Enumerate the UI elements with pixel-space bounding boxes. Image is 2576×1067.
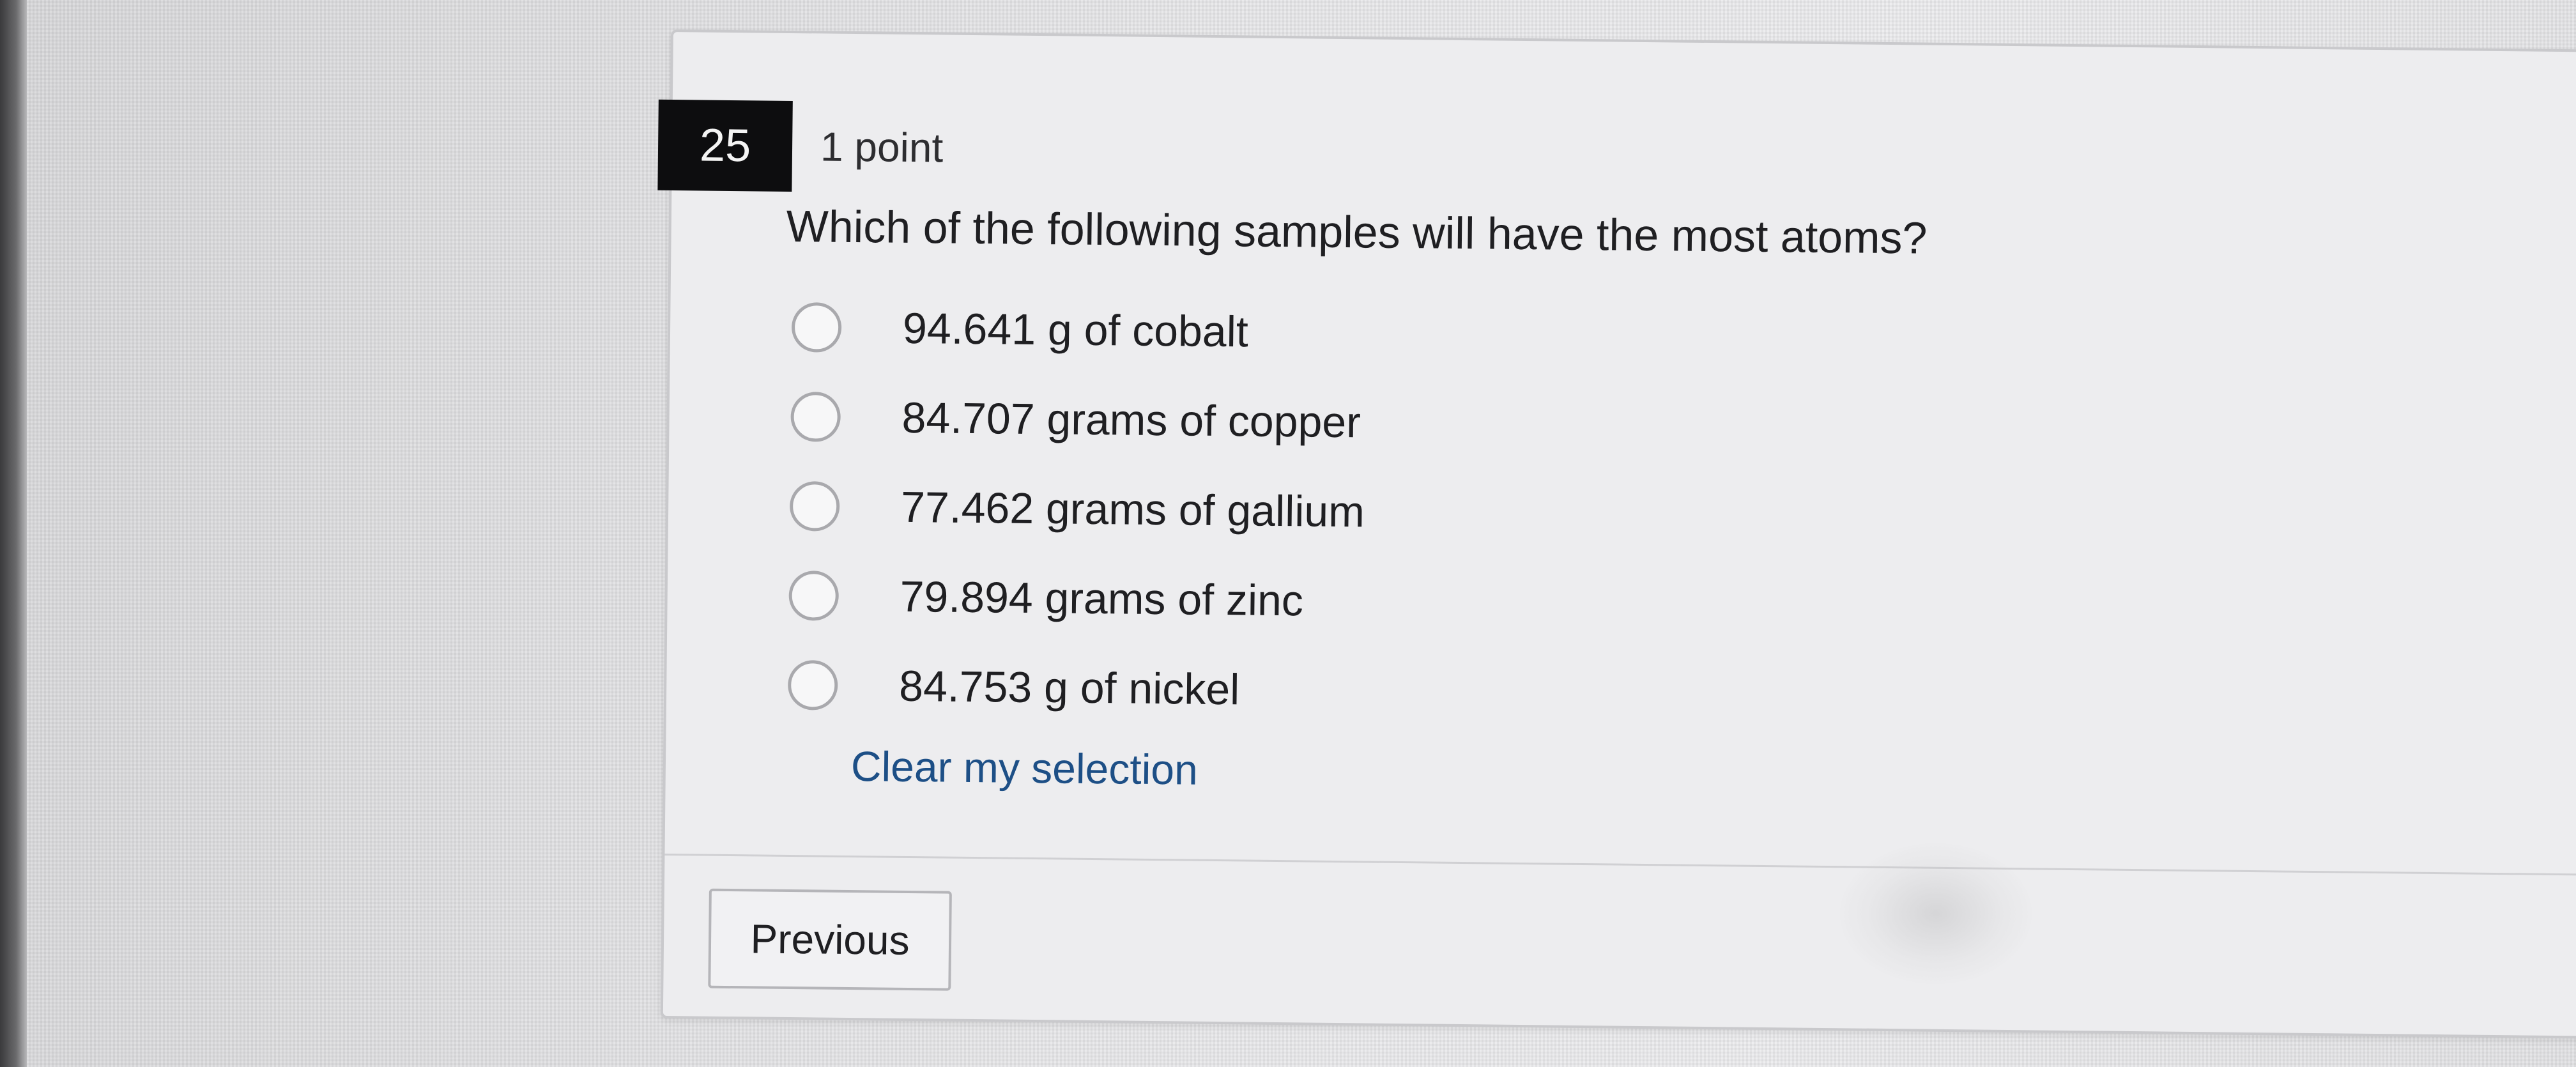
question-card: 25 1 point Which of the following sample…	[657, 29, 2576, 1039]
answer-option-label[interactable]: 84.753 g of nickel	[899, 661, 1240, 715]
answer-option[interactable]: 94.641 g of cobalt	[791, 282, 1367, 378]
radio-button[interactable]	[787, 659, 838, 710]
answer-option-label[interactable]: 77.462 grams of gallium	[901, 482, 1365, 537]
radio-button[interactable]	[790, 392, 841, 442]
answer-option[interactable]: 84.753 g of nickel	[787, 640, 1363, 735]
answer-option-label[interactable]: 84.707 grams of copper	[901, 393, 1361, 448]
screen-glare	[1840, 843, 2032, 984]
answer-option[interactable]: 77.462 grams of gallium	[789, 461, 1365, 557]
answer-option[interactable]: 79.894 grams of zinc	[788, 551, 1364, 646]
answer-option-label[interactable]: 94.641 g of cobalt	[903, 303, 1248, 357]
answer-options: 94.641 g of cobalt 84.707 grams of coppe…	[787, 282, 1367, 735]
question-text: Which of the following samples will have…	[786, 201, 1928, 263]
clear-selection-link[interactable]: Clear my selection	[851, 742, 1199, 794]
question-number-badge: 25	[657, 99, 793, 192]
answer-option[interactable]: 84.707 grams of copper	[790, 372, 1366, 467]
radio-button[interactable]	[788, 570, 839, 621]
previous-button[interactable]: Previous	[708, 888, 952, 991]
monitor-bezel	[0, 0, 27, 1067]
radio-button[interactable]	[789, 480, 840, 532]
divider	[664, 853, 2576, 876]
answer-option-label[interactable]: 79.894 grams of zinc	[900, 572, 1303, 626]
question-points: 1 point	[820, 123, 944, 171]
radio-button[interactable]	[791, 302, 842, 353]
